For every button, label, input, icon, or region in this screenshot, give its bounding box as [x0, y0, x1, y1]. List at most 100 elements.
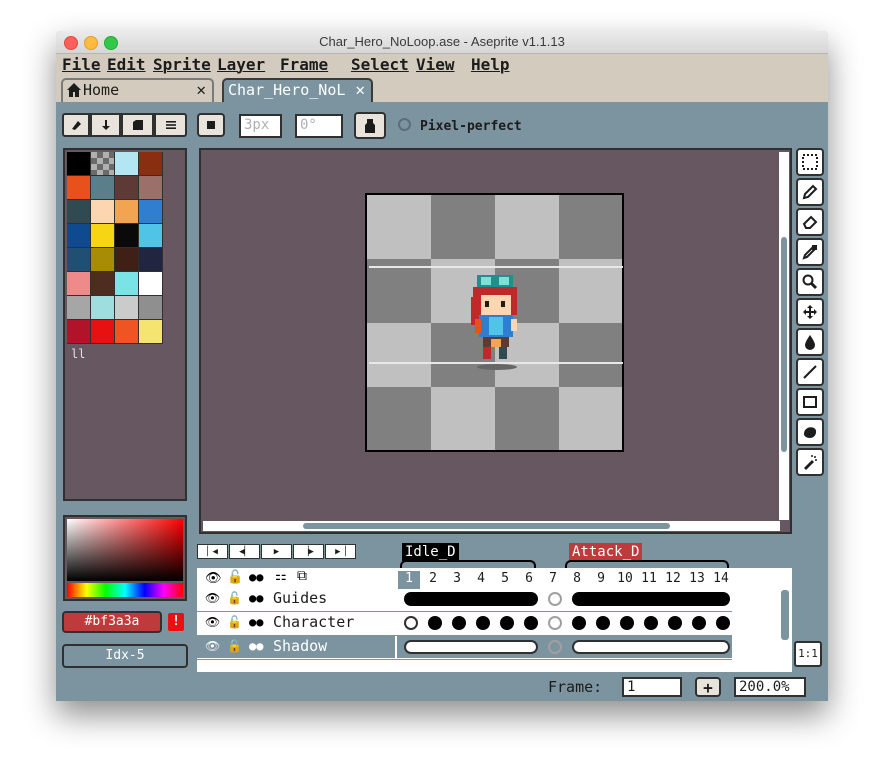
eyedropper-tool[interactable] [796, 238, 824, 266]
cel[interactable] [638, 592, 662, 606]
add-frame-button[interactable]: + [695, 677, 721, 697]
cel[interactable] [590, 592, 614, 606]
brush-type-down-button[interactable] [90, 113, 121, 137]
layer-name[interactable]: Shadow [273, 637, 327, 655]
hue-slider[interactable] [67, 583, 183, 597]
cel[interactable] [686, 592, 710, 606]
palette-swatch[interactable] [115, 224, 139, 248]
ink-button[interactable] [354, 112, 386, 139]
palette-swatch[interactable] [67, 200, 91, 224]
palette-swatch[interactable] [139, 296, 163, 320]
palette-swatch[interactable] [67, 320, 91, 344]
tag-idle-d[interactable]: Idle_D [402, 543, 459, 561]
marquee-tool[interactable] [796, 148, 824, 176]
first-frame-button[interactable]: ▏◀ [197, 544, 228, 559]
layer-name[interactable]: Character [273, 613, 354, 631]
cel[interactable] [662, 592, 686, 606]
cel[interactable] [716, 616, 730, 630]
eye-icon[interactable]: 👁 [205, 591, 220, 605]
cel[interactable] [494, 640, 518, 654]
brush-menu-button[interactable] [154, 113, 187, 137]
cel[interactable] [446, 640, 470, 654]
warning-icon[interactable]: ! [168, 613, 184, 631]
tab-home-close-icon[interactable]: ✕ [196, 80, 206, 99]
canvas-area[interactable] [199, 148, 792, 534]
zoom-field[interactable]: 200.0% [734, 677, 806, 697]
continuous-icon[interactable]: ●● [249, 639, 263, 653]
tag-attack-d[interactable]: Attack_D [569, 543, 643, 561]
cel[interactable] [572, 592, 590, 606]
canvas-horizontal-scrollbar[interactable] [203, 521, 780, 531]
contour-tool[interactable] [796, 418, 824, 446]
cel[interactable] [686, 640, 710, 654]
palette-swatch[interactable] [115, 176, 139, 200]
line-tool[interactable] [796, 358, 824, 386]
cel[interactable] [644, 616, 658, 630]
palette-swatch[interactable] [139, 176, 163, 200]
cel[interactable] [638, 640, 662, 654]
frame-field[interactable]: 1 [622, 677, 682, 697]
cel[interactable] [518, 592, 538, 606]
canvas-vertical-scrollbar[interactable] [779, 152, 789, 520]
eye-icon[interactable]: 👁 [205, 615, 220, 629]
menu-select[interactable]: Select [351, 55, 409, 74]
continuous-header-icon[interactable]: ●● [249, 570, 263, 584]
menu-frame[interactable]: Frame [280, 55, 328, 74]
menu-layer[interactable]: Layer [217, 55, 265, 74]
move-tool[interactable] [796, 298, 824, 326]
palette-swatch[interactable] [115, 200, 139, 224]
palette-swatch[interactable] [139, 200, 163, 224]
last-frame-button[interactable]: ▶▕ [325, 544, 356, 559]
color-index-field[interactable]: Idx-5 [62, 644, 188, 668]
menu-edit[interactable]: Edit [107, 55, 146, 74]
timeline-vertical-scroll-thumb[interactable] [781, 590, 789, 640]
next-frame-button[interactable]: ▕▶ [293, 544, 324, 559]
cel[interactable] [452, 616, 466, 630]
cel[interactable] [614, 640, 638, 654]
rectangle-tool[interactable] [796, 388, 824, 416]
cel[interactable] [662, 640, 686, 654]
continuous-icon[interactable]: ●● [249, 615, 263, 629]
menu-view[interactable]: View [416, 55, 455, 74]
unlock-icon[interactable]: 🔓 [227, 615, 242, 629]
cel[interactable] [422, 592, 446, 606]
brush-type-pixel-button[interactable] [62, 113, 90, 137]
palette-swatch[interactable] [91, 176, 115, 200]
onion-skin-icon[interactable]: ⧉ [297, 568, 307, 584]
menu-file[interactable]: File [62, 55, 101, 74]
cel[interactable] [524, 616, 538, 630]
lock-header-icon[interactable]: 🔓 [227, 570, 243, 585]
palette-swatch[interactable] [67, 272, 91, 296]
cel[interactable] [668, 616, 682, 630]
palette-swatch[interactable] [115, 296, 139, 320]
cel[interactable] [572, 640, 590, 654]
cel[interactable] [572, 616, 586, 630]
play-button[interactable]: ▶ [261, 544, 292, 559]
palette-swatch[interactable] [67, 248, 91, 272]
cel[interactable] [476, 616, 490, 630]
sprite-canvas[interactable] [365, 193, 624, 452]
cel[interactable] [422, 640, 446, 654]
cel[interactable] [596, 616, 610, 630]
cel[interactable] [548, 616, 562, 630]
spray-tool[interactable] [796, 448, 824, 476]
cel[interactable] [620, 616, 634, 630]
palette-swatch[interactable] [91, 296, 115, 320]
cel[interactable] [692, 616, 706, 630]
palette-swatch[interactable] [91, 152, 115, 176]
palette-swatch[interactable] [91, 272, 115, 296]
zoom-tool[interactable] [796, 268, 824, 296]
visibility-header-icon[interactable]: 👁 [205, 571, 222, 586]
palette-swatch[interactable] [67, 224, 91, 248]
cel[interactable] [548, 640, 562, 654]
palette-swatch[interactable] [115, 152, 139, 176]
pixel-perfect-checkbox[interactable] [398, 118, 411, 131]
palette-swatch[interactable] [115, 248, 139, 272]
cel[interactable] [404, 592, 422, 606]
brush-angle-field[interactable]: 0° [295, 114, 343, 138]
pencil-tool[interactable] [796, 178, 824, 206]
unlock-icon[interactable]: 🔓 [227, 591, 242, 605]
palette-swatch[interactable] [91, 224, 115, 248]
layer-row[interactable]: 👁 🔓 ●● Guides [197, 588, 792, 612]
palette-swatch[interactable] [139, 272, 163, 296]
